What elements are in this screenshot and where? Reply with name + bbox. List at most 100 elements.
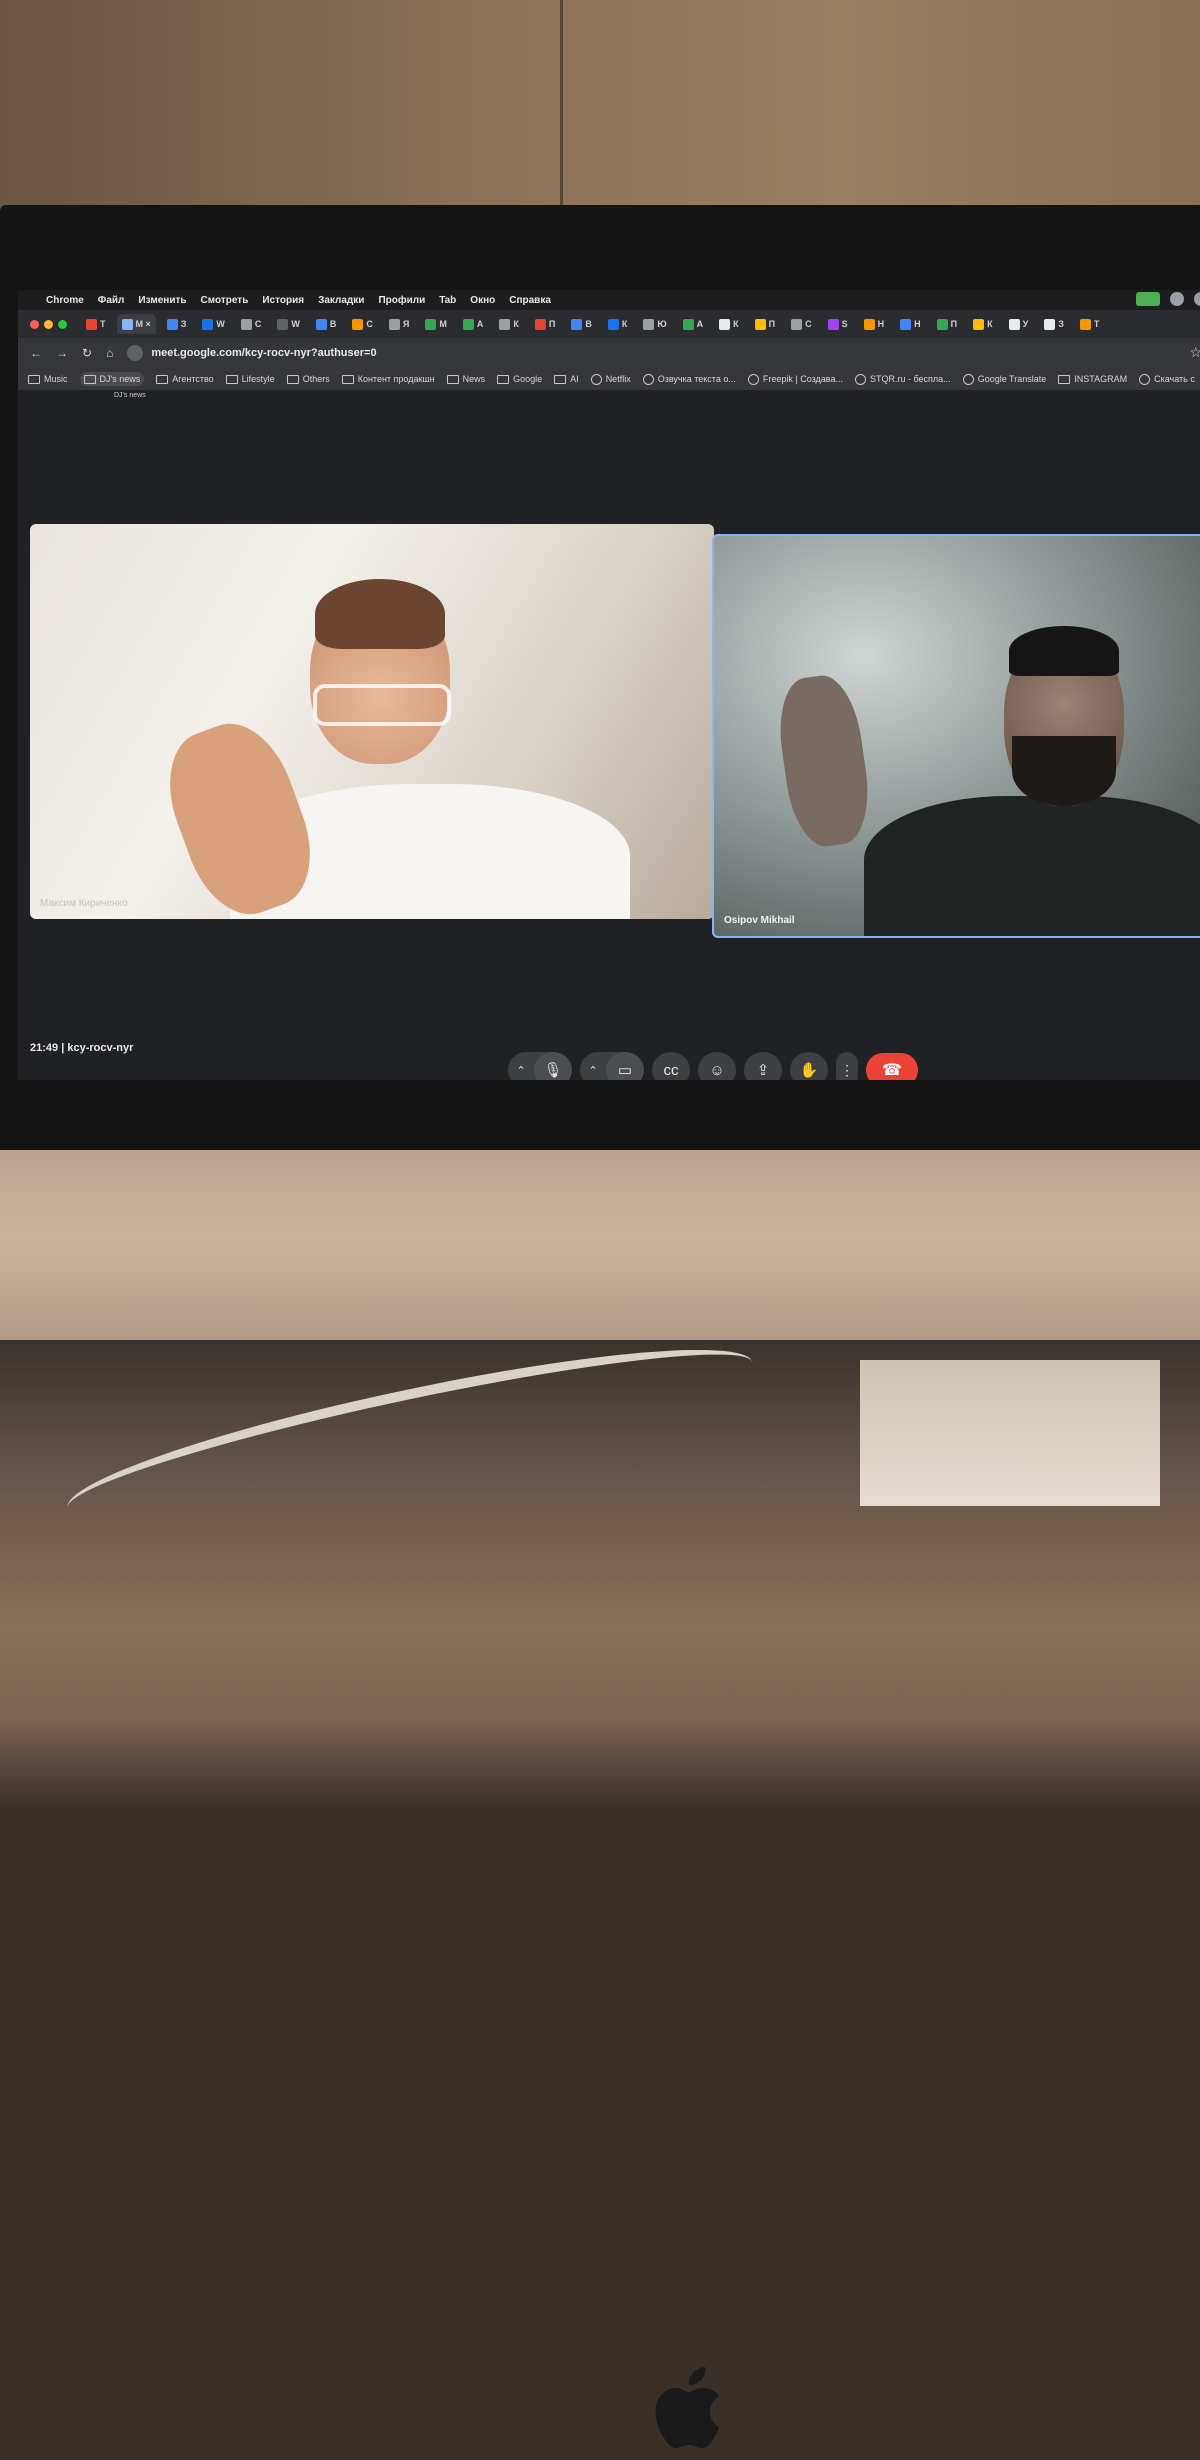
browser-tab[interactable]: А — [458, 314, 489, 334]
tab-favicon-icon — [719, 318, 731, 330]
folder-icon — [446, 374, 459, 384]
raise-hand-icon[interactable]: ✋ — [790, 1052, 828, 1080]
browser-tab[interactable]: Н — [859, 314, 890, 334]
menu-item-bookmarks[interactable]: Закладки — [318, 295, 364, 306]
menu-item-edit[interactable]: Изменить — [138, 295, 186, 306]
camera-icon[interactable]: ▭ — [606, 1052, 644, 1080]
browser-tab[interactable]: У — [1004, 314, 1034, 334]
bookmark-item[interactable]: Freepik | Создава... — [747, 373, 843, 385]
browser-tab[interactable]: Я — [384, 314, 414, 334]
browser-tab[interactable]: T — [81, 314, 111, 334]
tab-favicon-icon — [240, 318, 252, 330]
home-icon[interactable]: ⌂ — [106, 346, 113, 360]
browser-tab[interactable]: W — [272, 314, 305, 334]
freepik-icon — [747, 373, 759, 385]
browser-tab[interactable]: К — [494, 314, 524, 334]
bookmark-item[interactable]: AI — [554, 374, 579, 384]
browser-tab[interactable]: П — [530, 314, 560, 334]
monitor-chin — [0, 1150, 1200, 2448]
address-bar[interactable]: meet.google.com/kcy-rocv-nyr?authuser=0 — [127, 345, 377, 361]
menu-item-help[interactable]: Справка — [509, 295, 551, 306]
tab-label: Ю — [657, 319, 667, 329]
translate-icon — [962, 373, 974, 385]
wall-corner — [560, 0, 563, 220]
zoom-window-icon[interactable] — [58, 319, 67, 329]
bookmark-item[interactable]: Контент продакшн — [341, 374, 435, 384]
control-center-icon[interactable] — [1194, 292, 1200, 306]
bookmark-item[interactable]: Netflix — [590, 373, 631, 385]
back-icon[interactable]: ← — [30, 346, 42, 360]
present-screen-icon[interactable]: ⇪ — [744, 1052, 782, 1080]
end-call-button[interactable]: ☎ — [866, 1053, 918, 1080]
bookmark-item[interactable]: Others — [286, 374, 330, 384]
browser-tab[interactable]: З — [1039, 314, 1069, 334]
bookmark-item[interactable]: Lifestyle — [225, 374, 275, 384]
menu-bar: Chrome Файл Изменить Смотреть История За… — [18, 290, 1200, 310]
facetime-status-icon[interactable] — [1136, 292, 1160, 306]
browser-tab[interactable]: M × — [116, 314, 156, 334]
menu-item-tab[interactable]: Tab — [439, 295, 456, 306]
browser-tab[interactable]: В — [566, 314, 597, 334]
bookmark-item[interactable]: DJ's news — [79, 372, 145, 386]
close-window-icon[interactable] — [30, 319, 39, 329]
reload-icon[interactable]: ↻ — [82, 346, 92, 360]
browser-tab[interactable]: С — [347, 314, 378, 334]
screen-share-status-icon[interactable] — [1170, 292, 1184, 306]
browser-tab[interactable]: W — [197, 314, 230, 334]
menu-item-view[interactable]: Смотреть — [201, 295, 249, 306]
menu-item-window[interactable]: Окно — [470, 295, 495, 306]
microphone-icon[interactable]: 🎙 — [534, 1052, 572, 1080]
bookmark-item[interactable]: Озвучка текста о... — [642, 373, 736, 385]
site-info-icon[interactable] — [127, 345, 144, 361]
folder-icon — [554, 374, 567, 384]
browser-tab[interactable]: Ю — [638, 314, 671, 334]
bookmarks-bar: Music DJ's news Агентство Lifestyle Others Ко… — [18, 368, 1200, 390]
participant-tile-2[interactable]: Osipov Mikhail — [712, 534, 1200, 938]
participant-tile-1[interactable]: Максим Кириченко — [30, 524, 714, 919]
bookmark-item[interactable]: Скачать с — [1139, 373, 1195, 385]
browser-tab[interactable]: S — [823, 314, 853, 334]
browser-tab[interactable]: К — [968, 314, 998, 334]
netflix-icon — [590, 373, 602, 385]
url-text[interactable]: meet.google.com/kcy-rocv-nyr?authuser=0 — [151, 347, 376, 359]
bookmark-item[interactable]: News — [446, 374, 485, 384]
bookmark-item[interactable]: Google Translate — [962, 373, 1046, 385]
download-icon — [1139, 373, 1151, 385]
browser-tab[interactable]: К — [603, 314, 633, 334]
tab-label: З — [1058, 319, 1064, 329]
menu-item-file[interactable]: Файл — [98, 295, 125, 306]
bookmark-item[interactable]: Music — [28, 374, 68, 384]
bookmark-item[interactable]: INSTAGRAM — [1058, 374, 1127, 384]
browser-tab[interactable]: К — [714, 314, 744, 334]
browser-tab[interactable]: Т — [1075, 314, 1105, 334]
video-options-chevron-icon[interactable]: ⌃ — [580, 1064, 606, 1077]
menu-item-profiles[interactable]: Профили — [378, 295, 425, 306]
bookmark-item[interactable]: Агентство — [156, 374, 214, 384]
browser-tab[interactable]: В — [311, 314, 342, 334]
bookmark-label: Озвучка текста о... — [657, 374, 736, 384]
minimize-window-icon[interactable] — [44, 319, 53, 329]
browser-tab[interactable]: С — [786, 314, 817, 334]
menu-item-history[interactable]: История — [262, 295, 304, 306]
browser-tab[interactable]: С — [236, 314, 267, 334]
emoji-reactions-icon[interactable]: ☺ — [698, 1052, 736, 1080]
tab-label: В — [329, 319, 337, 329]
browser-tab[interactable]: А — [678, 314, 709, 334]
tab-favicon-icon — [534, 318, 546, 330]
bookmark-item[interactable]: Google — [497, 374, 542, 384]
captions-icon[interactable]: cc — [652, 1052, 690, 1080]
browser-tab[interactable]: Н — [895, 314, 926, 334]
bookmark-item[interactable]: STQR.ru - бесплa... — [854, 373, 951, 385]
browser-tab[interactable]: П — [750, 314, 780, 334]
tab-label: К — [733, 319, 739, 329]
audio-options-chevron-icon[interactable]: ⌃ — [508, 1064, 534, 1077]
forward-icon[interactable]: → — [56, 346, 68, 360]
meeting-code[interactable]: kcy-rocv-nyr — [67, 1042, 133, 1054]
more-options-icon[interactable]: ⋮ — [836, 1052, 858, 1080]
browser-tab[interactable]: М — [420, 314, 452, 334]
bookmark-label: Агентство — [172, 374, 214, 384]
browser-tab[interactable]: П — [932, 314, 962, 334]
menu-item-chrome[interactable]: Chrome — [46, 295, 84, 306]
bookmark-star-icon[interactable]: ☆ — [1189, 344, 1200, 361]
browser-tab[interactable]: З — [162, 314, 192, 334]
